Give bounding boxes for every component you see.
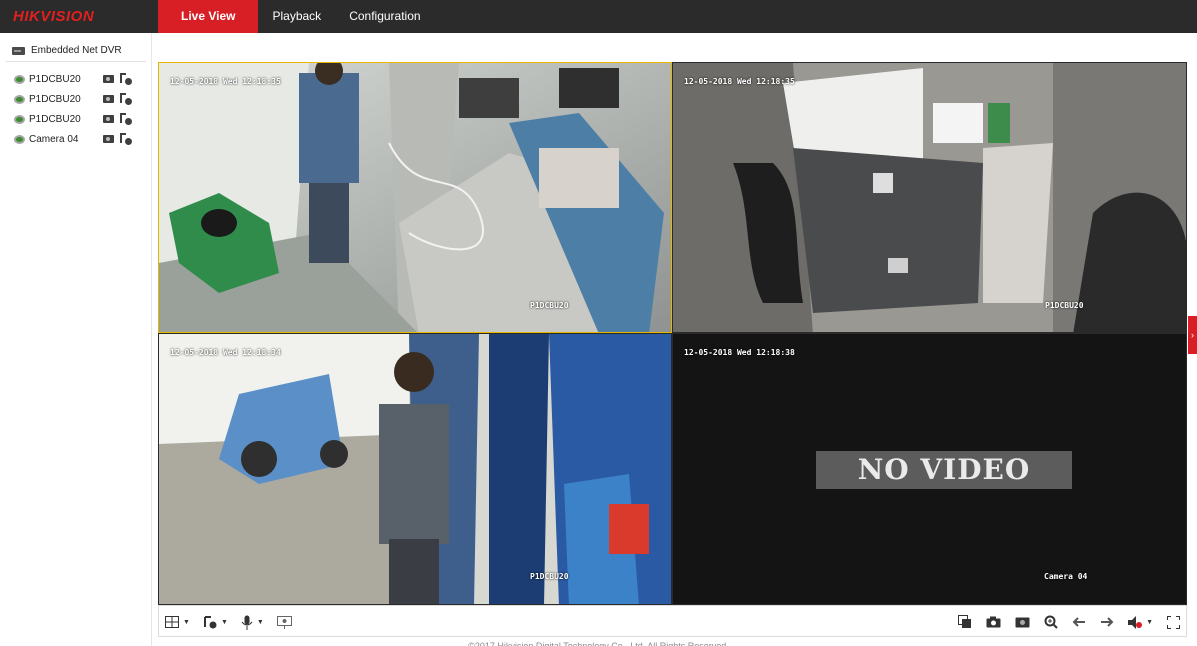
- camera-online-icon: [14, 114, 25, 124]
- video-tile-2[interactable]: 12-05-2018 Wed 12:18:35 P1DCBU20: [672, 62, 1187, 333]
- video-tile-4[interactable]: 12-05-2018 Wed 12:18:38 NO VIDEO Camera …: [672, 333, 1187, 605]
- camera-label: P1DCBU20: [29, 73, 81, 85]
- device-label: Embedded Net DVR: [31, 45, 122, 56]
- no-video-label: NO VIDEO: [816, 451, 1072, 489]
- camera-online-icon: [14, 74, 25, 84]
- live-video-grid: 12-05-2018 Wed 12:18:35 P1DCBU20 12-05-2…: [158, 62, 1187, 605]
- tab-live-view[interactable]: Live View: [158, 0, 259, 33]
- osd-channel-name: Camera 04: [1044, 572, 1088, 581]
- digital-zoom-icon: [1044, 615, 1058, 629]
- record-icon: [1015, 617, 1030, 628]
- window-layout-icon: [165, 616, 179, 628]
- chevron-down-icon: ▼: [1146, 618, 1153, 626]
- dvr-device-icon: [12, 46, 25, 55]
- live-view-toolbar: ▼ ▼ ▼ ▼: [158, 605, 1187, 637]
- stream-type-button[interactable]: ▼: [203, 614, 228, 630]
- tab-playback[interactable]: Playback: [258, 0, 335, 33]
- previous-page-button[interactable]: [1072, 614, 1086, 630]
- capture-icon: [986, 616, 1001, 628]
- chevron-down-icon: ▼: [220, 618, 228, 626]
- stream-type-icon: [203, 616, 217, 629]
- fisheye-button[interactable]: [276, 614, 292, 630]
- osd-timestamp: 12-05-2018 Wed 12:18:38: [684, 348, 795, 357]
- camera-online-icon: [14, 94, 25, 104]
- sidebar-divider: [6, 61, 146, 62]
- audio-talk-button[interactable]: ▼: [241, 614, 264, 630]
- fisheye-icon: [276, 615, 292, 629]
- camera-item[interactable]: Camera 04: [14, 129, 144, 149]
- camera-label: P1DCBU20: [29, 93, 81, 105]
- chevron-down-icon: ▼: [183, 618, 190, 626]
- camera-feed-image: [159, 334, 671, 604]
- camera-item[interactable]: P1DCBU20: [14, 69, 144, 89]
- camera-list: P1DCBU20 P1DCBU20 P1DCBU20 Camera 04: [14, 69, 144, 149]
- record-icon[interactable]: [103, 135, 114, 143]
- device-sidebar: Embedded Net DVR P1DCBU20 P1DCBU20 P1DCB…: [0, 33, 152, 646]
- digital-zoom-button[interactable]: [1044, 614, 1058, 630]
- osd-timestamp: 12-05-2018 Wed 12:18:34: [170, 348, 281, 357]
- record-icon[interactable]: [103, 75, 114, 83]
- stream-type-icon[interactable]: [120, 133, 132, 145]
- stream-type-icon[interactable]: [120, 93, 132, 105]
- hikvision-logo: HIKVISION: [13, 8, 95, 25]
- microphone-icon: [241, 615, 253, 630]
- osd-timestamp: 12-05-2018 Wed 12:18:35: [170, 77, 281, 86]
- record-icon[interactable]: [103, 115, 114, 123]
- camera-online-icon: [14, 134, 25, 144]
- capture-button[interactable]: [986, 614, 1001, 630]
- video-tile-1[interactable]: 12-05-2018 Wed 12:18:35 P1DCBU20: [158, 62, 672, 333]
- main-nav: Live View Playback Configuration: [158, 0, 435, 33]
- camera-item[interactable]: P1DCBU20: [14, 109, 144, 129]
- next-page-button[interactable]: [1100, 614, 1114, 630]
- volume-button[interactable]: ▼: [1128, 614, 1153, 630]
- expand-panel-button[interactable]: ›: [1188, 316, 1197, 354]
- camera-feed-image: [159, 63, 671, 332]
- camera-feed-image: [673, 63, 1186, 332]
- volume-icon: [1128, 615, 1143, 629]
- record-icon[interactable]: [103, 95, 114, 103]
- previous-page-icon: [1072, 617, 1086, 627]
- tab-configuration[interactable]: Configuration: [335, 0, 434, 33]
- fullscreen-button[interactable]: [1167, 614, 1180, 630]
- osd-channel-name: P1DCBU20: [1045, 301, 1084, 310]
- video-tile-3[interactable]: 12-05-2018 Wed 12:18:34 P1DCBU20: [158, 333, 672, 605]
- camera-label: Camera 04: [29, 133, 79, 145]
- osd-channel-name: P1DCBU20: [530, 301, 569, 310]
- stop-all-icon: [958, 615, 972, 628]
- osd-timestamp: 12-05-2018 Wed 12:18:35: [684, 77, 795, 86]
- stream-type-icon[interactable]: [120, 73, 132, 85]
- stream-type-icon[interactable]: [120, 113, 132, 125]
- camera-item[interactable]: P1DCBU20: [14, 89, 144, 109]
- window-layout-button[interactable]: ▼: [165, 614, 190, 630]
- top-navigation-bar: HIKVISION Live View Playback Configurati…: [0, 0, 1197, 33]
- osd-channel-name: P1DCBU20: [530, 572, 569, 581]
- next-page-icon: [1101, 617, 1114, 627]
- stop-all-button[interactable]: [958, 614, 972, 630]
- fullscreen-icon: [1167, 615, 1180, 629]
- copyright-footer: ©2017 Hikvision Digital Technology Co., …: [468, 641, 729, 646]
- camera-label: P1DCBU20: [29, 113, 81, 125]
- record-button[interactable]: [1015, 614, 1030, 630]
- chevron-down-icon: ▼: [256, 618, 264, 626]
- device-node[interactable]: Embedded Net DVR: [12, 45, 122, 56]
